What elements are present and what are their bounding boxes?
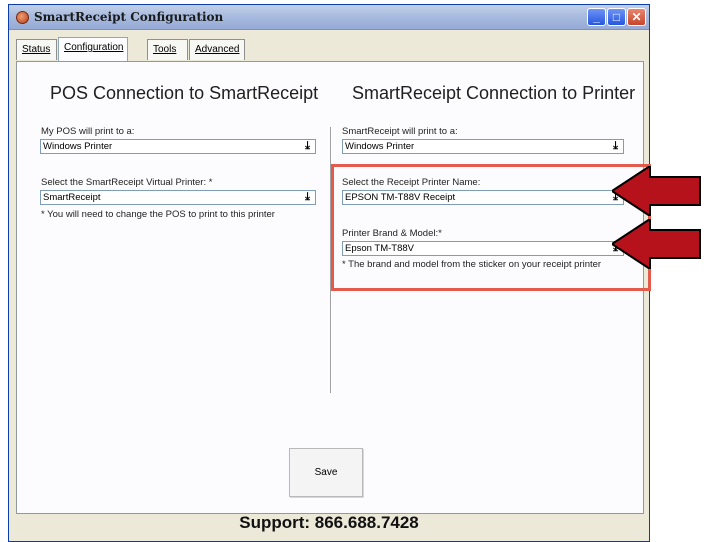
receipt-print-value: Windows Printer: [345, 141, 415, 152]
support-phone: Support: 866.688.7428: [239, 513, 419, 532]
printer-name-select[interactable]: EPSON TM-T88V Receipt ⤓: [342, 190, 624, 205]
printer-name-label: Select the Receipt Printer Name:: [342, 177, 481, 188]
printer-connection-heading: SmartReceipt Connection to Printer: [352, 83, 636, 103]
pos-connection-heading: POS Connection to SmartReceipt: [50, 83, 319, 103]
printer-model-value: Epson TM-T88V: [345, 243, 414, 254]
arrow-icon: [612, 219, 701, 269]
receipt-print-label: SmartReceipt will print to a:: [342, 126, 458, 137]
configuration-panel: POS Connection to SmartReceipt My POS wi…: [16, 61, 651, 514]
printer-name-value: EPSON TM-T88V Receipt: [345, 192, 456, 203]
virtual-printer-note: * You will need to change the POS to pri…: [41, 209, 275, 220]
printer-model-select[interactable]: Epson TM-T88V ⤓: [342, 241, 624, 256]
virtual-printer-label: Select the SmartReceipt Virtual Printer:…: [41, 177, 213, 188]
tab-status[interactable]: Status: [16, 39, 57, 60]
tab-advanced[interactable]: Advanced: [189, 39, 245, 60]
save-button[interactable]: Save: [289, 448, 363, 497]
window-title: SmartReceipt Configuration: [34, 10, 224, 24]
pos-print-select[interactable]: Windows Printer ⤓: [40, 139, 316, 154]
virtual-printer-value: SmartReceipt: [43, 192, 101, 203]
dropdown-arrow-icon[interactable]: ⤓: [300, 191, 315, 204]
minimize-button[interactable]: _: [587, 8, 606, 26]
dropdown-arrow-icon[interactable]: ⤓: [608, 140, 623, 153]
app-icon: [16, 11, 29, 24]
printer-model-note: * The brand and model from the sticker o…: [342, 259, 602, 270]
maximize-button[interactable]: □: [607, 8, 626, 26]
receipt-print-select[interactable]: Windows Printer ⤓: [342, 139, 624, 154]
pos-print-label: My POS will print to a:: [41, 126, 135, 137]
app-window: SmartReceipt Configuration _ □ ✕ Status …: [8, 4, 651, 542]
pos-print-value: Windows Printer: [43, 141, 113, 152]
arrow-icon: [612, 166, 701, 216]
dropdown-arrow-icon[interactable]: ⤓: [300, 140, 315, 153]
printer-model-label: Printer Brand & Model:*: [342, 228, 442, 239]
tab-configuration[interactable]: Configuration: [58, 37, 128, 61]
close-button[interactable]: ✕: [627, 8, 646, 26]
title-bar[interactable]: SmartReceipt Configuration _ □ ✕: [9, 5, 649, 30]
tab-tools[interactable]: Tools: [147, 39, 188, 60]
virtual-printer-select[interactable]: SmartReceipt ⤓: [40, 190, 316, 205]
